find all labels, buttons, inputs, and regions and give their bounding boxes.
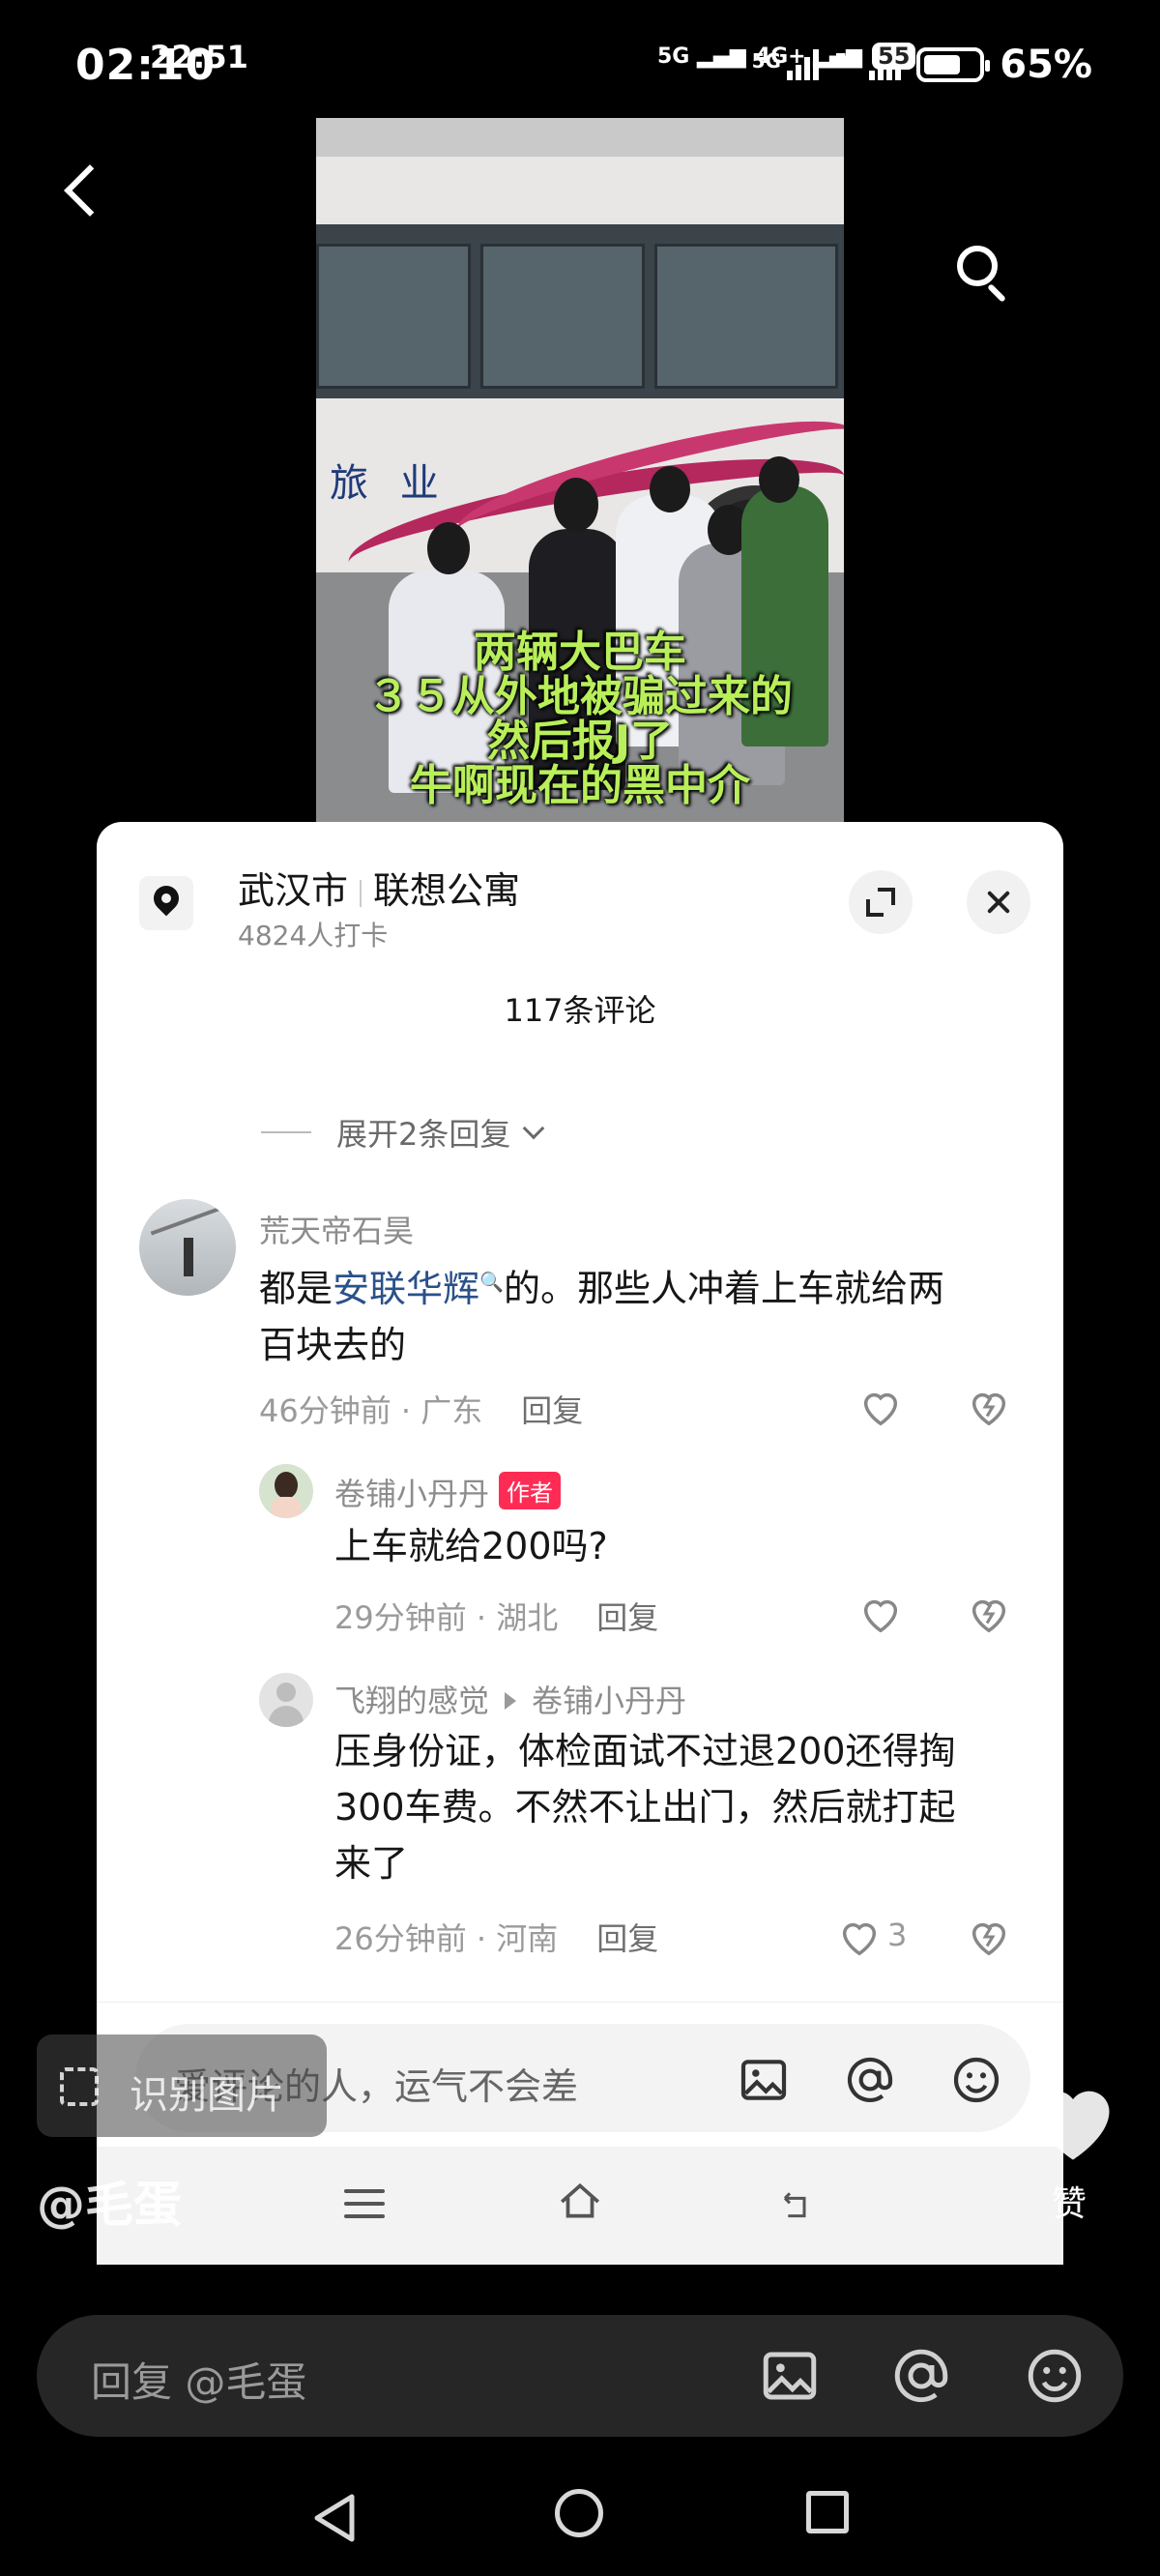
comment-text: 上车就给200吗? [334, 1525, 608, 1567]
recognize-image-button[interactable]: 识别图片 [37, 2034, 327, 2137]
comment-text: 压身份证，体检面试不过退200还得掏 300车费。不然不让出门，然后就打起 来了 [334, 1730, 956, 1885]
comment-meta: 26分钟前 · 河南 回复 [334, 1920, 659, 1957]
clipped-comment-row [261, 1044, 1034, 1064]
like-label: 赞 [1052, 2184, 1088, 2224]
inner-nav-bar [97, 2147, 1063, 2265]
image-icon[interactable] [758, 2344, 822, 2408]
at-icon[interactable] [889, 2344, 953, 2408]
comment-meta: 46分钟前 · 广东 回复 [259, 1392, 584, 1429]
close-icon[interactable] [967, 870, 1030, 934]
emoji-icon[interactable] [949, 2053, 1003, 2107]
reply-placeholder: 回复 @毛蛋 [91, 2358, 307, 2406]
location-header[interactable]: 武汉市 联想公寓 4824人打卡 [97, 822, 1063, 977]
avatar[interactable] [139, 1199, 236, 1296]
bus-lettering: 旅 业 [330, 461, 449, 506]
comment-author[interactable]: 飞翔的感觉 卷铺小丹丹 [334, 1677, 686, 1721]
heart-icon[interactable] [837, 1915, 882, 1959]
nav-back-icon[interactable] [309, 2491, 358, 2549]
battery-icon [916, 47, 991, 82]
back-icon[interactable] [60, 162, 102, 220]
battery-percent: 65% [1000, 43, 1092, 87]
dislike-icon[interactable] [967, 1385, 1011, 1429]
comment-text: 都是安联华辉🔍的。那些人冲着上车就给两 百块去的 [259, 1267, 944, 1366]
comment-meta: 29分钟前 · 湖北 回复 [334, 1599, 659, 1636]
author-badge: 作者 [499, 1472, 562, 1509]
search-icon[interactable] [953, 242, 1015, 304]
location-pin-icon [139, 876, 193, 930]
location-title: 武汉市 联想公寓 [238, 869, 521, 912]
heart-icon [1036, 2091, 1110, 2160]
avatar[interactable] [259, 1673, 313, 1727]
expand-replies-button[interactable]: 展开2条回复 [261, 1110, 545, 1155]
nav-home-icon[interactable] [555, 2489, 603, 2537]
comment-author[interactable]: 荒天帝石昊 [259, 1207, 414, 1251]
like-count: 3 [887, 1917, 908, 1953]
scan-icon [60, 2067, 99, 2106]
checkin-count: 4824人打卡 [238, 920, 389, 951]
video-inner-status: 5G ▂▄▆ 4G+ ▂▄▆ 55 [657, 43, 916, 70]
nav-recent-icon[interactable] [806, 2491, 849, 2533]
at-icon[interactable] [843, 2053, 897, 2107]
home-icon[interactable] [556, 2178, 604, 2226]
chevron-down-icon [523, 1117, 545, 1140]
video-inner-time: 22:51 [150, 39, 248, 75]
reply-arrow-icon [505, 1692, 517, 1710]
expand-icon[interactable] [849, 870, 913, 934]
dislike-icon[interactable] [967, 1592, 1011, 1636]
return-icon[interactable] [773, 2185, 816, 2224]
video-caption: 两辆大巴车 ３５从外地被骗过来的 然后报J了 牛啊现在的黑中介 [367, 628, 793, 810]
reply-button[interactable]: 回复 [521, 1392, 583, 1429]
comment-count: 117条评论 [504, 992, 656, 1029]
dislike-icon[interactable] [967, 1915, 1011, 1959]
reply-input[interactable]: 回复 @毛蛋 [37, 2315, 1123, 2437]
menu-icon[interactable] [344, 2189, 385, 2227]
search-link[interactable]: 安联华辉🔍 [333, 1268, 504, 1310]
reply-button[interactable]: 回复 [596, 1599, 658, 1636]
video-author-handle[interactable]: @毛蛋 [37, 2166, 182, 2236]
comment-author[interactable]: 卷铺小丹丹 作者 [334, 1470, 562, 1514]
heart-icon[interactable] [858, 1592, 903, 1636]
system-nav-bar [0, 2446, 1160, 2576]
image-icon[interactable] [737, 2053, 791, 2107]
emoji-icon[interactable] [1023, 2344, 1087, 2408]
like-button[interactable]: 赞 [1025, 2075, 1121, 2224]
avatar[interactable] [259, 1464, 313, 1518]
heart-icon[interactable] [858, 1385, 903, 1429]
reply-button[interactable]: 回复 [596, 1920, 658, 1957]
